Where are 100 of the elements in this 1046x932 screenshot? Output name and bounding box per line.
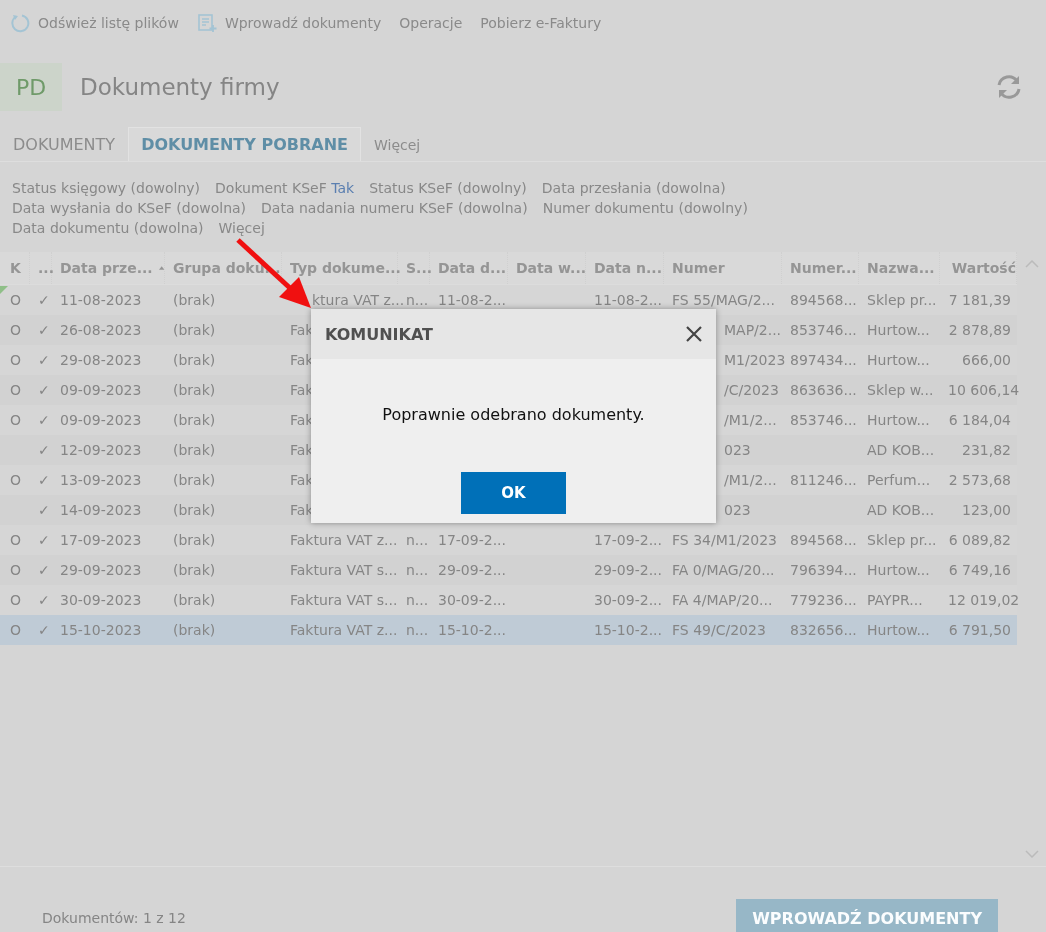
filter-item[interactable]: Data przesłania (dowolna) — [541, 178, 726, 198]
tab[interactable]: Więcej — [361, 127, 434, 161]
filter-item[interactable]: Status KSeF (dowolny) — [369, 178, 527, 198]
filter-item[interactable]: Data wysłania do KSeF (dowolna) — [12, 198, 247, 218]
table-cell: /C/2023 — [724, 382, 779, 398]
table-cell: n... — [406, 532, 429, 548]
table-cell: (brak) — [173, 442, 216, 458]
table-cell: O — [10, 562, 22, 578]
table-cell: (brak) — [173, 532, 216, 548]
tab[interactable]: DOKUMENTY — [0, 127, 129, 161]
table-cell: 811246... — [790, 472, 857, 488]
table-cell: Hurtow... — [867, 352, 930, 368]
table-cell: ✓ — [38, 322, 50, 338]
column-header[interactable]: Data prze... — [60, 260, 153, 276]
table-cell: ✓ — [38, 382, 50, 398]
column-header[interactable]: S... — [406, 260, 433, 276]
filter-item[interactable]: Numer dokumentu (dowolny) — [542, 198, 748, 218]
table-cell: (brak) — [173, 592, 216, 608]
table-cell: Hurtow... — [867, 322, 930, 338]
column-header[interactable]: Data w... — [516, 260, 587, 276]
table-cell: n... — [406, 292, 429, 308]
table-cell: ✓ — [38, 562, 50, 578]
filter-item[interactable]: Dokument KSeF Tak — [215, 178, 355, 198]
table-cell: Hurtow... — [867, 622, 930, 638]
ok-button[interactable]: OK — [461, 472, 566, 514]
tab[interactable]: DOKUMENTY POBRANE — [128, 127, 361, 161]
filter-item[interactable]: Data dokumentu (dowolna) — [12, 218, 204, 238]
table-cell: O — [10, 412, 22, 428]
table-cell: Sklep w... — [867, 382, 934, 398]
refresh-icon — [10, 12, 30, 33]
table-cell: 6 791,50 — [948, 622, 1011, 638]
table-cell: 29-09-2... — [594, 562, 662, 578]
toolbar-button[interactable]: Pobierz e-Faktury — [480, 14, 602, 31]
more-link[interactable]: Więcej — [218, 218, 265, 238]
table-cell: 6 184,04 — [948, 412, 1011, 428]
column-header[interactable]: Nazwa... — [867, 260, 935, 276]
table-cell: O — [10, 532, 22, 548]
column-header[interactable]: Numer... — [790, 260, 857, 276]
table-cell: (brak) — [173, 382, 216, 398]
table-cell: 7 181,39 — [948, 292, 1011, 308]
table-cell: AD KOB... — [867, 442, 935, 458]
table-cell: ✓ — [38, 412, 50, 428]
table-cell: (brak) — [173, 502, 216, 518]
import-documents-button[interactable]: WPROWADŹ DOKUMENTY — [736, 899, 998, 932]
table-cell: ✓ — [38, 622, 50, 638]
filter-item[interactable]: Data nadania numeru KSeF (dowolna) — [261, 198, 528, 218]
table-cell: 894568... — [790, 532, 857, 548]
toolbar-button[interactable]: Wprowadź dokumenty — [196, 12, 382, 33]
table-cell: Hurtow... — [867, 412, 930, 428]
column-header[interactable]: Wartość — [951, 260, 1016, 276]
table-cell: 11-08-2... — [438, 292, 506, 308]
table-cell: 29-09-2023 — [60, 562, 142, 578]
table-cell: 15-10-2... — [594, 622, 662, 638]
table-cell: O — [10, 472, 22, 488]
table-cell: 30-09-2... — [594, 592, 662, 608]
document-count: Dokumentów: 1 z 12 — [42, 910, 186, 926]
table-cell: 779236... — [790, 592, 857, 608]
filter-item[interactable]: Status księgowy (dowolny) — [12, 178, 201, 198]
table-cell: 29-08-2023 — [60, 352, 142, 368]
table-cell: MAP/2... — [724, 322, 782, 338]
table-cell: (brak) — [173, 352, 216, 368]
table-cell: O — [10, 292, 22, 308]
table-cell: O — [10, 382, 22, 398]
table-cell: 14-09-2023 — [60, 502, 142, 518]
table-cell: 894568... — [790, 292, 857, 308]
table-cell: FS 34/M1/2023 — [672, 532, 777, 548]
table-cell: Faktura VAT z... — [290, 622, 398, 638]
column-header[interactable]: Numer — [672, 260, 725, 276]
table-cell: FA 4/MAP/20... — [672, 592, 773, 608]
table-cell: Faktura VAT z... — [290, 532, 398, 548]
table-cell: 6 749,16 — [948, 562, 1011, 578]
table-cell: PAYPR... — [867, 592, 923, 608]
table-cell: O — [10, 622, 22, 638]
table-cell: 17-09-2... — [438, 532, 506, 548]
scroll-up-icon[interactable] — [1024, 260, 1039, 268]
column-header[interactable]: ... — [38, 260, 54, 276]
table-cell: ✓ — [38, 442, 50, 458]
table-cell: 023 — [724, 442, 751, 458]
toolbar-button[interactable]: Odśwież listę plików — [10, 12, 179, 33]
table-cell: (brak) — [173, 472, 216, 488]
table-cell: 796394... — [790, 562, 857, 578]
table-cell: O — [10, 592, 22, 608]
column-header[interactable]: Data d... — [438, 260, 507, 276]
dialog-title: KOMUNIKAT — [325, 324, 433, 344]
column-header[interactable]: Data n... — [594, 260, 662, 276]
table-cell: 853746... — [790, 322, 857, 338]
table-cell: 12 019,02 — [948, 592, 1020, 608]
table-cell: 6 089,82 — [948, 532, 1011, 548]
scroll-down-icon[interactable] — [1024, 850, 1039, 858]
table-cell: ✓ — [38, 532, 50, 548]
table-cell: ✓ — [38, 502, 50, 518]
table-cell: FA 0/MAG/20... — [672, 562, 775, 578]
column-header[interactable]: Typ dokume... — [290, 260, 401, 276]
table-cell: 897434... — [790, 352, 857, 368]
table-cell: 023 — [724, 502, 751, 518]
toolbar-button[interactable]: Operacje — [399, 14, 463, 31]
close-button[interactable] — [684, 324, 704, 344]
table-cell: 123,00 — [962, 502, 1011, 518]
add-document-icon — [196, 12, 217, 33]
column-header[interactable]: K — [10, 260, 21, 276]
